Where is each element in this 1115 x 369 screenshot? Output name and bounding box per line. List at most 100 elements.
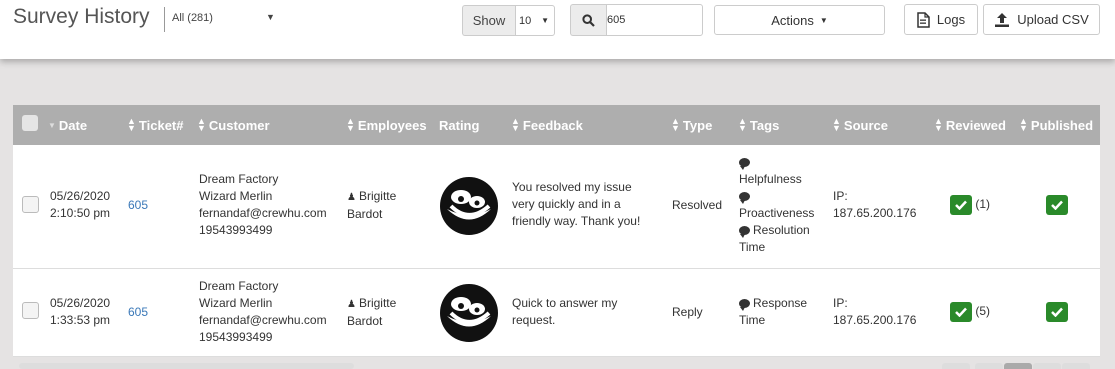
customer-phone: 19543993499	[199, 330, 273, 344]
page-size-select[interactable]: 10 ▼	[515, 5, 555, 36]
employee-last: Bardot	[347, 314, 383, 328]
sort-icon: ▲ ▼	[671, 116, 680, 133]
column-published[interactable]: ▲ ▼ Published	[1019, 105, 1093, 145]
type-text: Resolved	[672, 198, 723, 212]
page-title: Survey History	[13, 5, 150, 28]
sort-icon: ▲ ▼	[1019, 116, 1028, 133]
time-text: 2:10:50 pm	[50, 206, 111, 220]
search-control: 605	[570, 4, 703, 36]
document-icon	[917, 11, 930, 28]
search-button[interactable]	[570, 4, 606, 36]
checkmark-icon	[950, 302, 972, 322]
date-cell: 05/26/2020 1:33:53 pm	[50, 295, 110, 329]
customer-company: Dream Factory	[199, 279, 279, 293]
sort-icon: ▲ ▼	[127, 116, 136, 133]
column-customer[interactable]: ▲ ▼ Customer	[197, 105, 270, 145]
date-cell: 05/26/2020 2:10:50 pm	[50, 188, 110, 222]
upload-csv-button[interactable]: Upload CSV	[983, 4, 1100, 35]
date-text: 05/26/2020	[50, 189, 111, 203]
sort-icon: ▲ ▼	[511, 116, 520, 133]
comment-icon	[739, 192, 750, 204]
show-label: Show	[462, 5, 515, 36]
reviewed-count: (5)	[975, 304, 991, 319]
checkmark-icon	[1046, 302, 1068, 322]
sort-icon: ▲ ▼	[832, 116, 841, 133]
happy-face-icon	[440, 284, 498, 342]
column-type[interactable]: ▲ ▼ Type	[671, 105, 712, 145]
type-text: Reply	[672, 305, 703, 319]
customer-phone: 19543993499	[199, 223, 273, 237]
column-tags[interactable]: ▲ ▼ Tags	[738, 105, 779, 145]
customer-name: Wizard Merlin	[199, 296, 273, 310]
customer-email: fernandaf@crewhu.com	[199, 206, 327, 220]
feedback-text: Quick to answer my request.	[512, 296, 618, 327]
pagination-button[interactable]	[975, 363, 1003, 369]
caret-down-icon[interactable]: ▼	[266, 12, 275, 22]
comment-icon	[739, 299, 750, 311]
source-ip: 187.65.200.176	[833, 206, 917, 220]
sort-desc-icon: ▼	[48, 120, 56, 130]
published-cell[interactable]	[1046, 195, 1068, 215]
horizontal-scrollbar[interactable]	[19, 363, 354, 369]
logs-label: Logs	[936, 12, 966, 27]
sort-icon: ▲ ▼	[197, 116, 206, 133]
column-ticket[interactable]: ▲ ▼ Ticket#	[127, 105, 184, 145]
employee-first: Brigitte	[358, 296, 397, 310]
actions-button[interactable]: Actions ▼	[714, 5, 885, 35]
column-feedback[interactable]: ▲ ▼ Feedback	[511, 105, 583, 145]
customer-cell: Dream Factory Wizard Merlin fernandaf@cr…	[199, 171, 327, 239]
customer-email: fernandaf@crewhu.com	[199, 313, 327, 327]
column-source[interactable]: ▲ ▼ Source	[832, 105, 888, 145]
source-label: IP:	[833, 189, 848, 203]
reviewed-cell[interactable]: (5)	[950, 302, 990, 322]
comment-icon	[739, 158, 750, 170]
table-row[interactable]: 05/26/2020 1:33:53 pm 605 Dream Factory …	[13, 269, 1100, 357]
customer-company: Dream Factory	[199, 172, 279, 186]
survey-table: ▼ Date ▲ ▼ Ticket# ▲ ▼ Customer ▲ ▼ Employees R…	[13, 105, 1100, 357]
tag-item: Proactiveness	[739, 206, 815, 220]
row-checkbox[interactable]	[22, 196, 39, 213]
sort-icon: ▲ ▼	[738, 116, 747, 133]
sort-icon: ▲ ▼	[346, 116, 355, 133]
ticket-link[interactable]: 605	[128, 304, 148, 321]
table-header: ▼ Date ▲ ▼ Ticket# ▲ ▼ Customer ▲ ▼ Employees R…	[13, 105, 1100, 145]
customer-cell: Dream Factory Wizard Merlin fernandaf@cr…	[199, 278, 327, 346]
table-row[interactable]: 05/26/2020 2:10:50 pm 605 Dream Factory …	[13, 145, 1100, 269]
employee-cell: ♟ Brigitte Bardot	[347, 188, 396, 223]
logs-button[interactable]: Logs	[904, 4, 978, 35]
select-all-checkbox[interactable]	[22, 115, 38, 131]
pagination-button[interactable]	[942, 363, 970, 369]
page-size-control: Show 10 ▼	[462, 5, 555, 36]
row-checkbox[interactable]	[22, 302, 39, 319]
customer-name: Wizard Merlin	[199, 189, 273, 203]
user-icon: ♟	[347, 299, 356, 310]
top-bar: Survey History All (281) ▼ Show 10 ▼ 605…	[0, 0, 1115, 59]
tags-cell: Response Time	[739, 295, 824, 329]
survey-filter-select[interactable]: All (281)	[172, 12, 213, 24]
reviewed-cell[interactable]: (1)	[950, 195, 990, 215]
title-divider	[164, 7, 165, 32]
upload-icon	[995, 12, 1010, 27]
column-employees[interactable]: ▲ ▼ Employees	[346, 105, 427, 145]
column-reviewed[interactable]: ▲ ▼ Reviewed	[934, 105, 1006, 145]
reviewed-count: (1)	[975, 197, 991, 212]
ticket-link[interactable]: 605	[128, 197, 148, 214]
published-cell[interactable]	[1046, 302, 1068, 322]
caret-down-icon: ▼	[541, 16, 549, 25]
tag-item: Resolution Time	[739, 223, 810, 254]
pagination-button[interactable]	[1062, 363, 1090, 369]
employee-cell: ♟ Brigitte Bardot	[347, 295, 396, 330]
search-input[interactable]: 605	[606, 4, 703, 36]
tags-cell: Helpfulness Proactiveness Resolution Tim…	[739, 154, 829, 256]
page-size-value: 10	[519, 14, 532, 27]
column-date[interactable]: ▼ Date	[48, 105, 87, 145]
source-cell: IP: 187.65.200.176	[833, 295, 916, 329]
feedback-text: You resolved my issue very quickly and i…	[512, 180, 641, 228]
sort-icon: ▲ ▼	[934, 116, 943, 133]
happy-face-icon	[440, 177, 498, 235]
pagination-button[interactable]	[1033, 363, 1061, 369]
comment-icon	[739, 226, 750, 238]
tag-item: Helpfulness	[739, 172, 802, 186]
pagination-button-active[interactable]	[1004, 363, 1032, 369]
upload-csv-label: Upload CSV	[1017, 12, 1089, 27]
